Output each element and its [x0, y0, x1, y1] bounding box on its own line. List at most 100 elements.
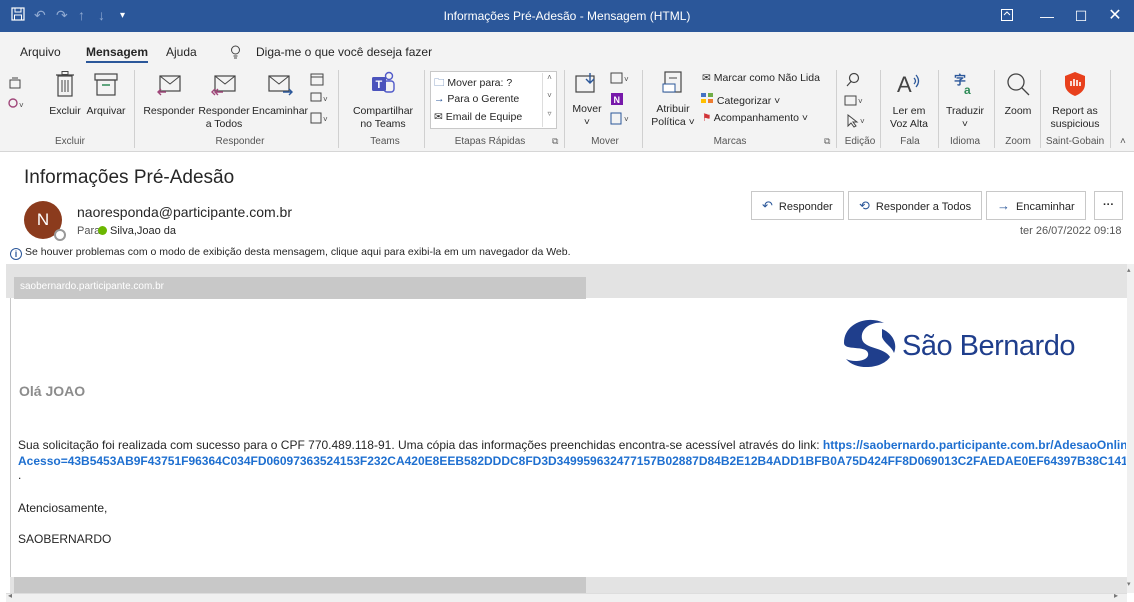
group-separator — [880, 70, 881, 148]
group-label-mover: Mover — [591, 136, 619, 147]
mark-unread-button[interactable]: ✉ Marcar como Não Lida — [702, 72, 820, 84]
forward-action-button[interactable]: → Encaminhar — [986, 191, 1086, 220]
report-suspicious-button[interactable]: Report as suspicious — [1044, 70, 1106, 131]
horizontal-scrollbar[interactable]: ◂ ▸ — [6, 591, 1127, 602]
onenote-icon[interactable]: N — [610, 92, 624, 109]
group-label-saint-gobain: Saint-Gobain — [1045, 136, 1105, 147]
svg-text:T: T — [376, 79, 383, 91]
svg-text:a: a — [964, 83, 971, 97]
more-respond-icon[interactable]: ˅ — [310, 112, 330, 129]
related-icon[interactable]: ˅ — [844, 94, 866, 111]
shield-icon — [1044, 70, 1106, 102]
svg-text:˅: ˅ — [19, 101, 24, 110]
info-bar-text: Se houver problemas com o modo de exibiç… — [25, 246, 571, 258]
policy-icon — [648, 70, 698, 100]
move-button[interactable]: Mover ˅ — [570, 70, 604, 129]
minimize-icon[interactable]: — — [1030, 4, 1064, 28]
message-datetime: ter 26/07/2022 09:18 — [1020, 225, 1122, 237]
recipient-name[interactable]: Silva,Joao da — [110, 225, 176, 237]
svg-text:N: N — [614, 95, 621, 105]
body-paragraph: Sua solicitação foi realizada com sucess… — [18, 437, 1126, 469]
teams-icon: T — [348, 70, 418, 102]
adesao-link-continued[interactable]: Acesso=43B5453AB9F43751F96364C034FD06097… — [18, 454, 1126, 468]
group-label-edicao: Edição — [844, 136, 876, 147]
move-folder-icon — [570, 70, 604, 100]
group-separator — [642, 70, 643, 148]
vertical-scrollbar[interactable]: ▴ ▾ — [1127, 264, 1134, 593]
domain-bar: saobernardo.participante.com.br — [14, 277, 586, 299]
rules-icon[interactable]: ˅ — [610, 72, 632, 89]
scroll-left-icon[interactable]: ◂ — [8, 591, 12, 600]
quick-step-manager[interactable]: → Para o Gerente — [434, 93, 519, 105]
tab-arquivo[interactable]: Arquivo — [20, 45, 61, 59]
maximize-icon[interactable]: ☐ — [1064, 4, 1098, 28]
info-icon: i — [10, 248, 22, 260]
body-period: . — [18, 468, 22, 482]
select-icon[interactable]: ˅ — [846, 113, 868, 131]
group-separator — [938, 70, 939, 148]
tab-mensagem[interactable]: Mensagem — [86, 45, 149, 63]
find-icon[interactable] — [846, 72, 860, 91]
assign-policy-button[interactable]: Atribuir Política ˅ — [648, 70, 698, 129]
group-label-fala: Fala — [900, 136, 920, 147]
archive-button[interactable]: Arquivar — [84, 70, 128, 118]
read-aloud-button[interactable]: A Ler em Voz Alta — [884, 70, 934, 131]
presence-unknown-icon — [54, 229, 66, 241]
signature: SAOBERNARDO — [18, 532, 112, 546]
tell-me-search[interactable]: Diga-me o que você deseja fazer — [256, 45, 432, 59]
cleanup-icon[interactable]: ˅ — [8, 96, 26, 113]
categorize-button[interactable]: Categorizar ˅ — [700, 92, 780, 107]
group-label-idioma: Idioma — [949, 136, 980, 147]
im-reply-icon[interactable]: ˅ — [310, 92, 330, 109]
close-icon[interactable]: ✕ — [1098, 4, 1132, 28]
dialog-launcher-icon[interactable]: ⧉ — [552, 136, 558, 147]
gallery-scroll[interactable]: ˄ ˅ ▿ — [542, 73, 556, 127]
svg-text:˅: ˅ — [323, 115, 328, 124]
info-bar[interactable]: i Se houver problemas com o modo de exibi… — [10, 246, 571, 260]
sender-address[interactable]: naoresponda@participante.com.br — [77, 204, 292, 220]
translate-icon: 字a — [942, 70, 988, 102]
logo-text: São Bernardo — [902, 330, 1075, 362]
tab-ajuda[interactable]: Ajuda — [166, 45, 197, 59]
footer-bar — [14, 577, 586, 593]
group-label-excluir: Excluir — [54, 136, 85, 147]
delete-button[interactable]: Excluir — [48, 70, 82, 118]
share-teams-button[interactable]: T Compartilhar no Teams — [348, 70, 418, 131]
group-label-marcas: Marcas — [713, 136, 747, 147]
arrow-right-icon: → — [434, 93, 445, 105]
ribbon: ˅ Excluir Arquivar Excluir Responder Res… — [0, 66, 1134, 152]
group-separator — [836, 70, 837, 148]
zoom-button[interactable]: Zoom — [998, 70, 1038, 118]
move-to-icon: 🗀 — [434, 77, 445, 89]
reply-action-button[interactable]: ↶ Responder — [751, 191, 844, 220]
actions-icon[interactable]: ˅ — [610, 112, 632, 129]
follow-up-button[interactable]: ⚑ Acompanhamento ˅ — [702, 112, 808, 124]
scroll-up-icon[interactable]: ▴ — [1127, 266, 1131, 274]
scroll-down-icon[interactable]: ▾ — [1127, 580, 1131, 588]
reply-button[interactable]: Responder — [142, 70, 196, 118]
ignore-icon[interactable] — [8, 76, 22, 93]
closing: Atenciosamente, — [18, 501, 108, 515]
read-aloud-icon: A — [884, 70, 934, 102]
reply-all-icon — [196, 70, 252, 102]
dialog-launcher-icon[interactable]: ⧉ — [824, 136, 830, 147]
reply-all-action-button[interactable]: ⟲ Responder a Todos — [848, 191, 983, 220]
collapse-ribbon-icon[interactable]: ˄ — [1120, 136, 1126, 147]
ribbon-display-icon[interactable] — [990, 4, 1024, 28]
meeting-reply-icon[interactable] — [310, 72, 324, 89]
category-icon — [700, 93, 717, 107]
translate-button[interactable]: 字a Traduzir ˅ — [942, 70, 988, 131]
forward-button[interactable]: Encaminhar — [252, 70, 308, 118]
scroll-right-icon[interactable]: ▸ — [1114, 591, 1118, 600]
quick-step-team-email[interactable]: ✉ Email de Equipe — [434, 111, 522, 123]
group-separator — [338, 70, 339, 148]
reply-all-button[interactable]: Responder a Todos — [196, 70, 252, 131]
window-title: Informações Pré-Adesão - Mensagem (HTML) — [443, 9, 691, 23]
menu-bar: Arquivo Mensagem Ajuda Diga-me o que voc… — [0, 32, 1134, 66]
presence-available-icon — [98, 226, 107, 235]
quick-step-move[interactable]: 🗀 Mover para: ? — [434, 75, 512, 93]
group-label-etapas: Etapas Rápidas — [454, 136, 526, 147]
more-actions-button[interactable]: ··· — [1094, 191, 1123, 220]
greeting: Olá JOAO — [19, 383, 86, 399]
adesao-link[interactable]: https://saobernardo.participante.com.br/… — [823, 438, 1126, 452]
